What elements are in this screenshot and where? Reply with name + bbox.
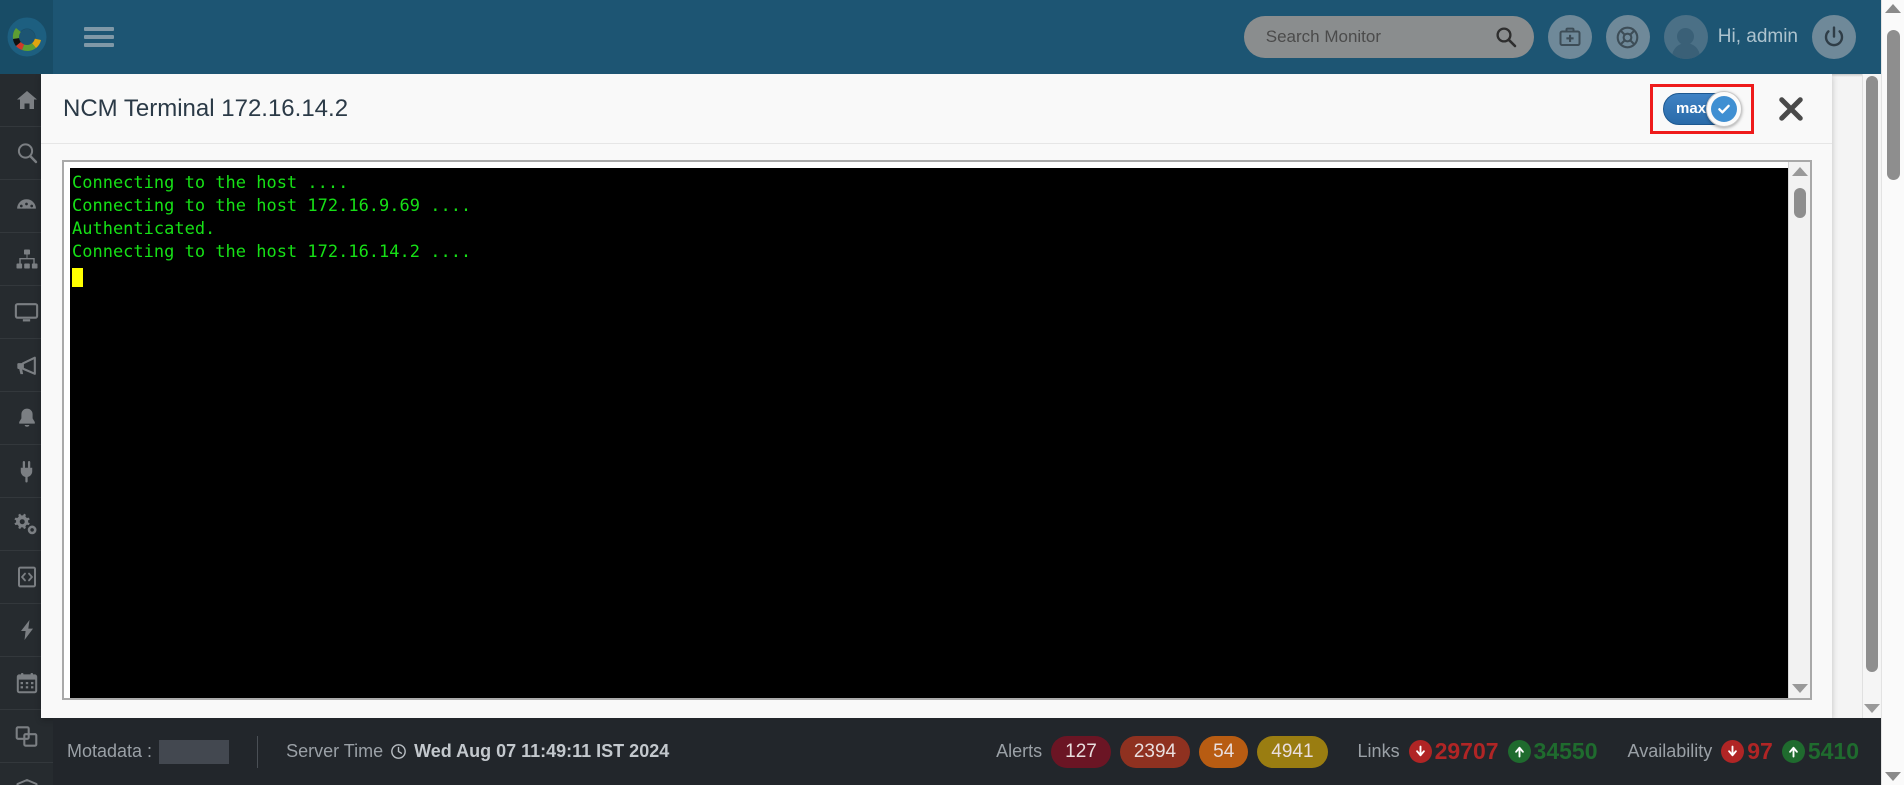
server-time-value: Wed Aug 07 11:49:11 IST 2024 xyxy=(414,741,670,761)
scroll-down-arrow-icon[interactable] xyxy=(1791,684,1808,693)
bell-icon xyxy=(18,408,35,427)
support-button[interactable] xyxy=(1605,15,1650,59)
alerts-group: Alerts 127 2394 54 4941 xyxy=(996,735,1328,768)
status-divider xyxy=(257,735,259,768)
availability-down[interactable]: 97 xyxy=(1721,738,1773,765)
arrow-up-icon xyxy=(1507,740,1531,763)
home-icon xyxy=(16,91,37,109)
gauge-icon xyxy=(17,198,36,212)
max-toggle-highlight: max xyxy=(1650,83,1754,134)
status-bar: Motadata : Server Time Wed Aug 07 11:49:… xyxy=(53,718,1881,785)
check-icon xyxy=(1711,95,1737,122)
search-box[interactable] xyxy=(1243,16,1534,58)
metadata-label: Motadata : xyxy=(67,741,153,761)
scroll-up-arrow-icon[interactable] xyxy=(1791,167,1808,176)
motadata-logo-icon xyxy=(7,17,46,57)
close-dialog-button[interactable] xyxy=(1776,94,1806,124)
alert-badge-warning[interactable]: 54 xyxy=(1199,735,1249,768)
sidebar-item-inventory[interactable] xyxy=(0,763,53,785)
terminal-line: Authenticated. xyxy=(72,219,216,239)
application-window: Hi, admin xyxy=(0,0,1904,785)
dialog-title: NCM Terminal 172.16.14.2 xyxy=(63,94,349,122)
search-icon xyxy=(17,143,37,164)
scroll-down-arrow-icon[interactable] xyxy=(1885,772,1901,781)
terminal-cursor-row xyxy=(72,264,1788,294)
hamburger-bar xyxy=(84,35,114,39)
user-avatar xyxy=(1663,15,1708,59)
alert-badge-major[interactable]: 2394 xyxy=(1119,735,1191,768)
terminal-line: Connecting to the host 172.16.9.69 .... xyxy=(72,196,472,216)
availability-up-value: 5410 xyxy=(1807,738,1859,764)
dialog-header: NCM Terminal 172.16.14.2 max xyxy=(41,74,1832,144)
dialog-scroll-thumb[interactable] xyxy=(1866,76,1878,672)
terminal-frame: Connecting to the host .... Connecting t… xyxy=(62,160,1812,700)
links-up-value: 34550 xyxy=(1533,738,1598,764)
plug-icon xyxy=(20,460,33,483)
sitemap-icon xyxy=(16,249,37,269)
terminal-line: Connecting to the host .... xyxy=(72,173,349,193)
status-left-group: Motadata : Server Time Wed Aug 07 11:49:… xyxy=(53,735,669,768)
avatar-body xyxy=(1671,43,1700,59)
availability-down-value: 97 xyxy=(1747,738,1773,764)
lightning-icon xyxy=(20,620,33,640)
power-button[interactable] xyxy=(1812,15,1856,59)
server-time-label: Server Time xyxy=(286,741,384,761)
page-scrollbar[interactable] xyxy=(1881,0,1904,785)
clock-icon xyxy=(390,743,407,760)
alerts-label: Alerts xyxy=(996,741,1043,761)
links-label: Links xyxy=(1357,741,1400,761)
metadata-redacted-value xyxy=(159,739,230,764)
box-icon xyxy=(16,779,37,785)
header-right-group: Hi, admin xyxy=(1243,15,1904,59)
user-menu[interactable]: Hi, admin xyxy=(1663,15,1798,59)
maximize-toggle-knob xyxy=(1706,90,1742,127)
power-icon xyxy=(1824,26,1844,47)
app-logo[interactable] xyxy=(0,0,53,74)
page-scroll-thumb[interactable] xyxy=(1887,30,1900,180)
close-icon xyxy=(1779,96,1803,121)
arrow-down-icon xyxy=(1721,740,1745,763)
links-up[interactable]: 34550 xyxy=(1507,738,1598,765)
arrow-up-icon xyxy=(1781,740,1805,763)
links-down[interactable]: 29707 xyxy=(1408,738,1499,765)
search-icon[interactable] xyxy=(1494,25,1518,49)
terminal-output[interactable]: Connecting to the host .... Connecting t… xyxy=(70,168,1788,698)
terminal-line: Connecting to the host 172.16.14.2 .... xyxy=(72,242,472,262)
calendar-icon xyxy=(16,673,37,694)
medical-kit-icon xyxy=(1559,27,1581,46)
code-file-icon xyxy=(17,566,36,588)
layers-icon xyxy=(15,725,38,747)
user-greeting: Hi, admin xyxy=(1717,26,1798,47)
hamburger-menu-icon[interactable] xyxy=(84,24,114,50)
availability-group: Availability 97 5410 xyxy=(1628,738,1859,765)
medical-kit-button[interactable] xyxy=(1547,15,1592,59)
dialog-actions: max xyxy=(1650,83,1832,134)
scroll-up-arrow-icon[interactable] xyxy=(1885,4,1901,13)
links-group: Links 29707 34550 xyxy=(1358,738,1598,765)
arrow-down-icon xyxy=(1408,740,1432,763)
gears-icon xyxy=(14,513,37,534)
alert-badge-critical[interactable]: 127 xyxy=(1051,735,1111,768)
lifebuoy-icon xyxy=(1616,26,1639,48)
terminal-scrollbar[interactable] xyxy=(1788,162,1810,698)
hamburger-bar xyxy=(84,27,114,31)
server-time: Server Time Wed Aug 07 11:49:11 IST 2024 xyxy=(286,741,669,762)
scroll-down-arrow-icon[interactable] xyxy=(1864,704,1880,713)
megaphone-icon xyxy=(17,356,36,375)
top-header: Hi, admin xyxy=(0,0,1904,74)
ncm-terminal-dialog: NCM Terminal 172.16.14.2 max Connecting … xyxy=(41,74,1832,718)
hamburger-bar xyxy=(84,43,114,47)
availability-label: Availability xyxy=(1627,741,1713,761)
maximize-toggle[interactable]: max xyxy=(1663,90,1742,127)
status-right-group: Alerts 127 2394 54 4941 Links 29707 3455… xyxy=(966,735,1881,768)
dialog-scrollbar[interactable] xyxy=(1862,74,1881,718)
availability-up[interactable]: 5410 xyxy=(1781,738,1859,765)
alert-badge-minor[interactable]: 4941 xyxy=(1257,735,1328,768)
search-input[interactable] xyxy=(1265,27,1494,47)
desktop-icon xyxy=(14,302,39,321)
terminal-cursor xyxy=(72,268,83,287)
terminal-scroll-thumb[interactable] xyxy=(1794,188,1806,218)
links-down-value: 29707 xyxy=(1434,738,1499,764)
maximize-toggle-label: max xyxy=(1676,100,1707,117)
